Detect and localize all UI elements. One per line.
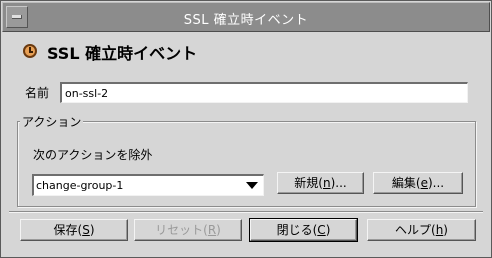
save-button-suffix: ) <box>89 223 95 237</box>
window-title: SSL 確立時イベント <box>183 13 309 28</box>
close-button[interactable]: 閉じる(C) <box>249 218 358 242</box>
edit-action-button-mnemonic: e <box>420 176 428 190</box>
name-input[interactable] <box>60 82 468 103</box>
new-action-button[interactable]: 新規(n)... <box>277 172 364 194</box>
close-button-label: 閉じる( <box>276 223 318 237</box>
title-bar[interactable]: SSL 確立時イベント <box>2 2 490 32</box>
page-title: SSL 確立時イベント <box>47 44 198 63</box>
edit-action-button[interactable]: 編集(e)... <box>373 172 463 194</box>
new-action-button-mnemonic: n <box>322 176 331 190</box>
exclude-actions-label: 次のアクションを除外 <box>33 148 153 162</box>
new-action-button-suffix: )... <box>330 176 347 190</box>
new-action-button-label: 新規( <box>294 176 323 190</box>
save-button-label: 保存( <box>53 223 83 237</box>
name-label: 名前 <box>25 86 50 100</box>
selected-action-value: change-group-1 <box>36 179 124 192</box>
clock-icon <box>23 44 37 58</box>
edit-action-button-suffix: )... <box>427 176 445 190</box>
actions-group-legend: アクション <box>20 113 84 130</box>
close-button-mnemonic: C <box>317 223 326 237</box>
reset-button[interactable]: リセット(R) <box>134 219 242 241</box>
save-button-mnemonic: S <box>82 223 90 237</box>
reset-button-mnemonic: R <box>207 223 217 237</box>
reset-button-suffix: ) <box>216 223 221 237</box>
footer-separator <box>9 211 483 213</box>
dropdown-arrow-icon[interactable] <box>246 182 258 189</box>
reset-button-label: リセット( <box>155 223 208 237</box>
edit-action-button-label: 編集( <box>391 176 421 190</box>
save-button[interactable]: 保存(S) <box>20 219 128 241</box>
help-button-suffix: ) <box>443 223 448 237</box>
exclude-action-select[interactable]: change-group-1 <box>32 174 264 196</box>
help-button-label: ヘルプ( <box>395 223 436 237</box>
close-button-suffix: ) <box>325 223 331 237</box>
help-button[interactable]: ヘルプ(h) <box>367 219 476 241</box>
